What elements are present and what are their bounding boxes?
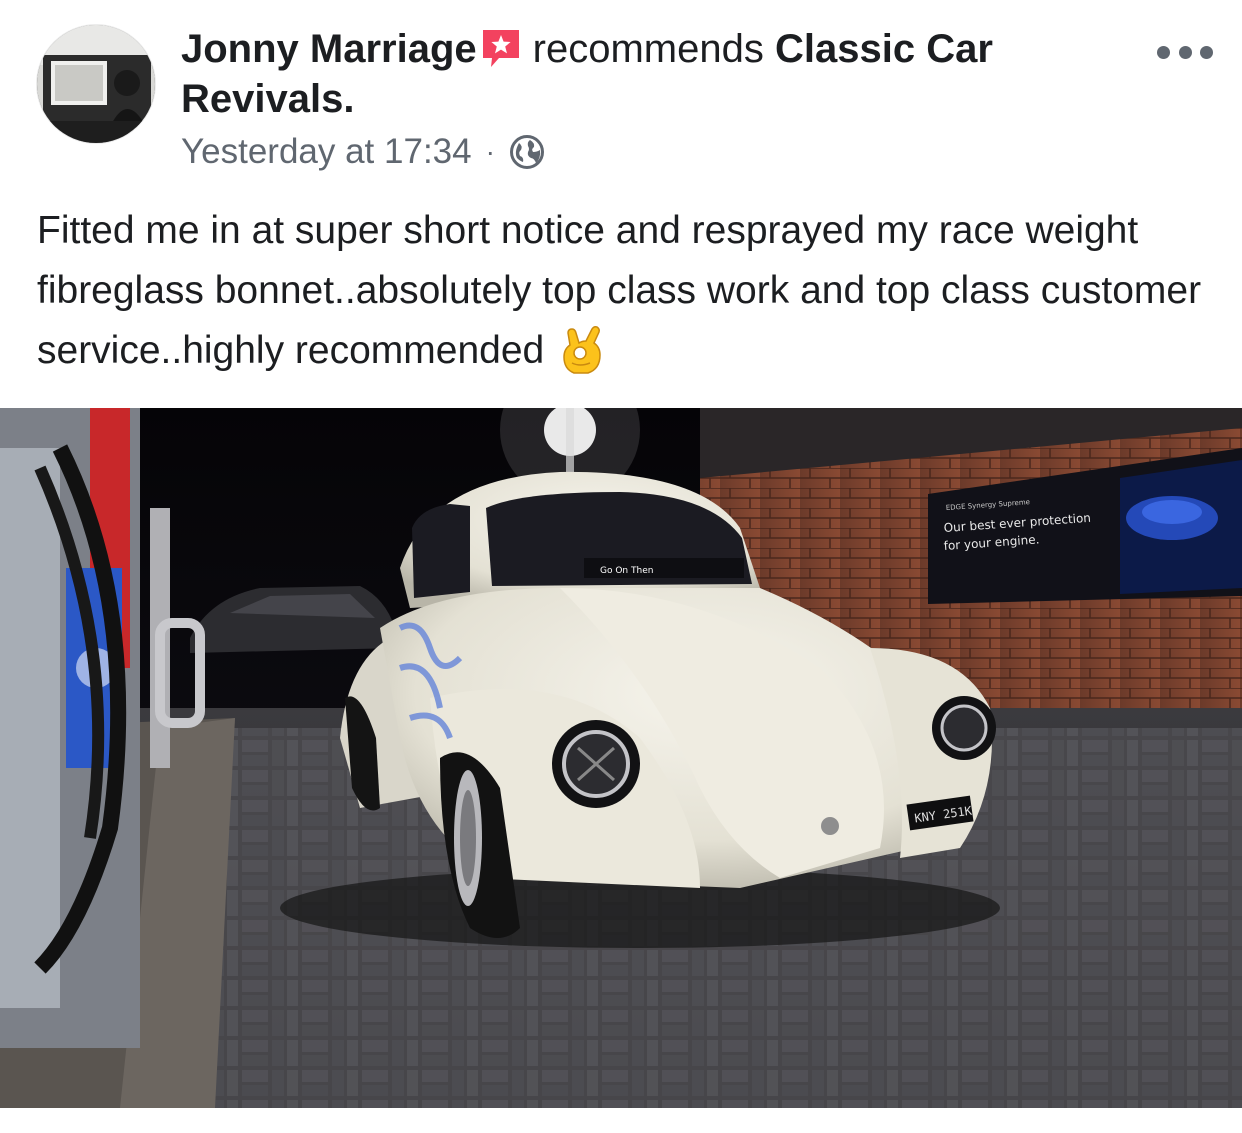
author-name[interactable]: Jonny Marriage (181, 27, 477, 71)
author-avatar[interactable] (37, 25, 155, 143)
action-text: recommends (532, 27, 764, 71)
post-photo[interactable]: EDGE Synergy Supreme Our best ever prote… (0, 408, 1242, 1108)
globe-icon[interactable] (509, 134, 545, 170)
post-body: Fitted me in at super short notice and r… (37, 209, 1202, 372)
recommendation-star-icon (479, 26, 523, 70)
post-text: Fitted me in at super short notice and r… (37, 201, 1207, 381)
ok-hand-emoji (558, 323, 606, 377)
timestamp[interactable]: Yesterday at 17:34 (181, 130, 472, 174)
post-meta: Yesterday at 17:34 · (181, 130, 545, 174)
more-options-icon[interactable] (1157, 34, 1213, 70)
meta-separator: · (485, 136, 495, 167)
post-header: Jonny Marriage recommends Classic Car Rev… (181, 24, 1081, 124)
windscreen-sticker: Go On Then (600, 566, 653, 576)
